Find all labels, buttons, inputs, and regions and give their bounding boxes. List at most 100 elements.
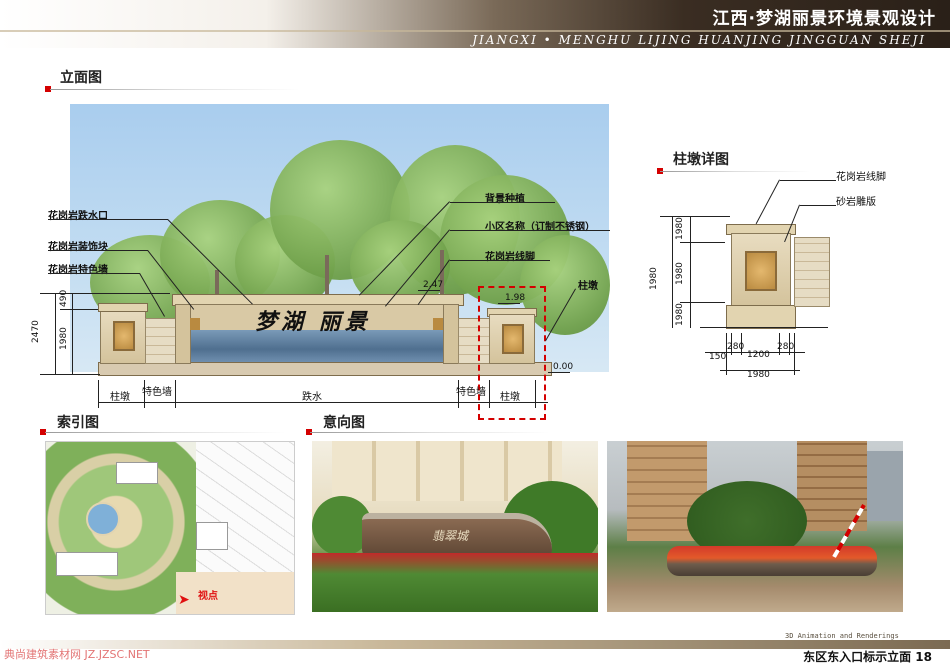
page-label: 东区东入口标示立面 18 (803, 650, 932, 664)
callout-community-name: 小区名称（订制不锈钢） (485, 222, 595, 233)
dimension-tick (741, 333, 742, 355)
detail-pillar-base (726, 305, 796, 329)
tree (160, 200, 280, 310)
elevation-mark-top: 2.47 (423, 280, 444, 290)
elevation-line (498, 303, 520, 304)
leader-line (780, 180, 836, 181)
wall-post (175, 304, 191, 364)
right-pillar (489, 314, 535, 364)
dimension-tick (40, 374, 100, 375)
detail-dim-middle: 1980 (675, 262, 685, 285)
tree-trunk (215, 270, 219, 300)
feature-wall-right (458, 318, 490, 364)
detail-callout-sandstone-carving: 砂岩雕版 (836, 197, 876, 208)
viewpoint-label: 视点 (198, 591, 218, 602)
leader-line (167, 219, 253, 305)
leader-line (358, 201, 450, 296)
detail-dim-280-right: 280 (777, 342, 795, 352)
pillar-cap (487, 308, 537, 317)
dim-label-pier-left: 柱墩 (110, 392, 130, 403)
photo-planter (667, 546, 877, 576)
tree (235, 215, 335, 310)
dimension-line (720, 370, 800, 371)
leader-line (450, 260, 550, 261)
section-underline (310, 432, 550, 433)
header-divider (0, 30, 950, 32)
feature-wall-left (145, 318, 177, 364)
dimension-line (72, 293, 73, 375)
dimension-tick (789, 333, 790, 355)
dimension-tick (175, 380, 176, 408)
tree (520, 235, 610, 335)
dimension-line (705, 352, 805, 353)
detail-callout-granite-molding: 花岗岩线脚 (836, 172, 886, 183)
dimension-tick (40, 293, 170, 294)
dimension-tick (458, 380, 459, 408)
detail-dim-total: 1980 (649, 267, 659, 290)
callout-granite-molding: 花岗岩线脚 (485, 252, 535, 263)
section-title-reference: 意向图 (323, 415, 365, 431)
leader-line (800, 205, 836, 206)
detail-dim-280-left: 280 (727, 342, 745, 352)
pillar-cap (98, 303, 148, 312)
dimension-tick (660, 216, 730, 217)
water-cascade (190, 330, 444, 362)
footer-studio-tag: 3D Animation and Renderings (785, 632, 899, 640)
dimension-tick (779, 333, 780, 355)
map-building (116, 462, 158, 484)
leader-line (48, 250, 148, 251)
dim-label-pier-right: 柱墩 (500, 392, 520, 403)
watermark: 典尚建筑素材网 JZ.JZSC.NET (4, 648, 150, 661)
dim-490: 490 (59, 289, 69, 307)
section-title-elevation: 立面图 (60, 70, 102, 86)
detail-pillar-cap (726, 224, 796, 235)
callout-granite-spillway: 花岗岩跌水口 (48, 211, 108, 222)
photo-tower-far (867, 451, 903, 521)
leader-line (48, 219, 168, 220)
tree-trunk (440, 250, 444, 295)
dimension-tick (680, 242, 725, 243)
callout-background-planting: 背景种植 (485, 194, 525, 205)
project-title-pinyin: JIANGXI • MENGHU LIJING HUANJING JINGGUA… (472, 33, 926, 47)
detail-pillar (731, 233, 791, 307)
map-building (56, 552, 118, 576)
tree (440, 175, 570, 305)
leader-line (545, 288, 576, 341)
wall-lintel (172, 294, 464, 306)
section-underline (45, 432, 285, 433)
detail-stone-wall (794, 237, 830, 307)
photo-flower-bed (312, 553, 598, 612)
section-title-pier-detail: 柱墩详图 (673, 152, 729, 168)
elevation-line (548, 372, 570, 373)
dimension-tick (731, 333, 732, 355)
leader-line (384, 229, 450, 307)
sandstone-carving (113, 321, 135, 351)
dimension-tick (489, 380, 490, 408)
dimension-tick (60, 309, 98, 310)
wall-post (443, 304, 459, 364)
leader-line (417, 259, 450, 306)
callout-pier: 柱墩 (578, 281, 598, 292)
dimension-tick (680, 302, 725, 303)
leader-line (450, 230, 610, 231)
map-plaza (176, 572, 294, 614)
callout-granite-deco-block: 花岗岩装饰块 (48, 242, 108, 253)
detail-sandstone-carving (745, 251, 777, 291)
index-map: ➤ 视点 (45, 441, 295, 615)
dimension-tick (726, 333, 727, 375)
dim-label-cascade: 跌水 (302, 392, 322, 403)
elevation-line (418, 290, 440, 291)
detail-dim-bottom: 1980 (675, 303, 685, 326)
dimension-line (55, 293, 56, 375)
dim-label-feature-wall-right: 特色墙 (456, 387, 486, 398)
tree (90, 235, 210, 330)
granite-deco-block (433, 318, 443, 330)
ground-line (700, 327, 828, 328)
photo-sign-text: 翡翠城 (432, 529, 469, 543)
dimension-tick (144, 380, 145, 408)
dimension-tick (98, 380, 99, 408)
elevation-mark-ground: 0.00 (553, 362, 574, 372)
base-plinth (98, 362, 552, 376)
leader-line (450, 202, 555, 203)
community-name-sign: 梦湖 丽景 (255, 309, 371, 335)
